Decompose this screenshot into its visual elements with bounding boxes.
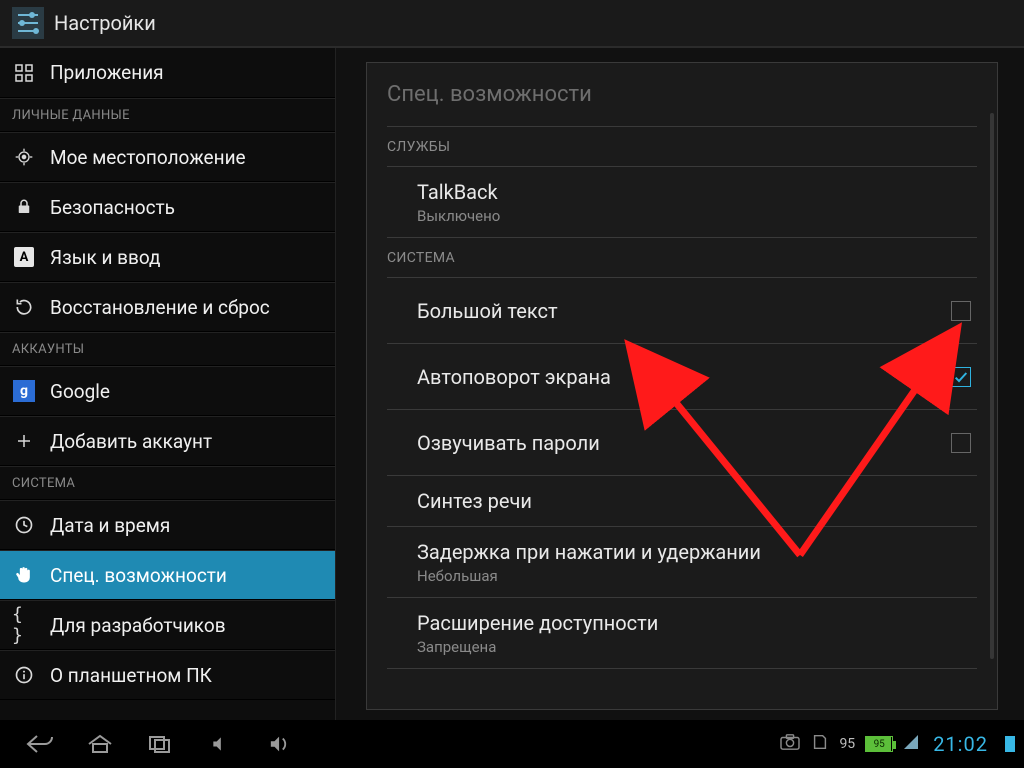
row-large-text[interactable]: Большой текст (387, 278, 977, 344)
sidebar-item-label: Восстановление и сброс (50, 296, 270, 319)
sidebar-item-label: Приложения (50, 61, 164, 84)
checkbox-speak-passwords[interactable] (951, 433, 971, 453)
nav-volume-down-button[interactable] (190, 722, 250, 766)
sidebar-item-add-account[interactable]: Добавить аккаунт (0, 416, 335, 466)
info-icon (12, 663, 36, 687)
row-title: TalkBack (417, 179, 977, 205)
nav-back-button[interactable] (10, 722, 70, 766)
row-title: Задержка при нажатии и удержании (417, 539, 977, 565)
hand-icon (12, 563, 36, 587)
sidebar-item-apps[interactable]: Приложения (0, 48, 335, 98)
battery-icon: 95 (865, 736, 893, 752)
apps-icon (12, 61, 36, 85)
screenshot-icon (779, 733, 801, 755)
sidebar-item-label: Мое местоположение (50, 146, 246, 169)
sidebar-item-label: Добавить аккаунт (50, 430, 212, 453)
sidebar-item-security[interactable]: Безопасность (0, 182, 335, 232)
sidebar-item-label: Безопасность (50, 196, 175, 219)
sidebar-item-backup-reset[interactable]: Восстановление и сброс (0, 282, 335, 332)
sidebar-item-label: Для разработчиков (50, 614, 226, 637)
row-speak-passwords[interactable]: Озвучивать пароли (387, 410, 977, 476)
sidebar-header-system: СИСТЕМА (0, 466, 335, 500)
google-icon: g (12, 379, 36, 403)
row-tts[interactable]: Синтез речи (387, 476, 977, 527)
row-auto-rotate[interactable]: Автоповорот экрана (387, 344, 977, 410)
sidebar-item-google[interactable]: g Google (0, 366, 335, 416)
sidebar-item-developer[interactable]: { } Для разработчиков (0, 600, 335, 650)
section-header-services: СЛУЖБЫ (387, 127, 977, 167)
row-title: Расширение доступности (417, 610, 977, 636)
sidebar-item-datetime[interactable]: Дата и время (0, 500, 335, 550)
settings-icon (8, 3, 48, 43)
status-area[interactable]: 95 95 21:02 (779, 732, 1014, 756)
main-panel: Спец. возможности СЛУЖБЫ TalkBack Выключ… (336, 48, 1024, 720)
system-navbar: 95 95 21:02 (0, 720, 1024, 768)
clock-icon (12, 513, 36, 537)
lock-icon (12, 195, 36, 219)
row-touch-delay[interactable]: Задержка при нажатии и удержании Небольш… (387, 527, 977, 598)
settings-sidebar: Приложения ЛИЧНЫЕ ДАННЫЕ Мое местоположе… (0, 48, 336, 720)
sidebar-item-label: Google (50, 380, 110, 403)
row-title: Озвучивать пароли (417, 430, 951, 456)
battery-percent-text: 95 (839, 736, 855, 752)
row-accessibility-extension[interactable]: Расширение доступности Запрещена (387, 598, 977, 669)
refresh-icon (12, 295, 36, 319)
titlebar: Настройки (0, 0, 1024, 48)
row-sub: Небольшая (417, 567, 977, 585)
sidebar-item-label: Язык и ввод (50, 246, 161, 269)
row-sub: Выключено (417, 207, 977, 225)
row-title: Большой текст (417, 298, 951, 324)
row-sub: Запрещена (417, 638, 977, 656)
sidebar-item-label: Дата и время (50, 514, 170, 537)
row-title: Синтез речи (417, 488, 977, 514)
braces-icon: { } (12, 613, 36, 637)
sidebar-item-location[interactable]: Мое местоположение (0, 132, 335, 182)
nav-recent-button[interactable] (130, 722, 190, 766)
signal-icon (903, 734, 919, 754)
nav-home-button[interactable] (70, 722, 130, 766)
battery-vertical-icon (1004, 735, 1014, 753)
nav-volume-up-button[interactable] (250, 722, 310, 766)
checkbox-large-text[interactable] (951, 301, 971, 321)
title-text: Настройки (54, 11, 156, 35)
row-talkback[interactable]: TalkBack Выключено (387, 167, 977, 238)
keyboard-icon: A (12, 245, 36, 269)
status-clock: 21:02 (933, 732, 988, 756)
sidebar-header-accounts: АККАУНТЫ (0, 332, 335, 366)
sidebar-item-accessibility[interactable]: Спец. возможности (0, 550, 335, 600)
checkbox-auto-rotate[interactable] (951, 367, 971, 387)
sidebar-item-language[interactable]: A Язык и ввод (0, 232, 335, 282)
sidebar-item-label: О планшетном ПК (50, 664, 212, 687)
sidebar-item-label: Спец. возможности (50, 564, 227, 587)
sdcard-icon (811, 733, 829, 755)
screen-title: Спец. возможности (387, 63, 977, 127)
sidebar-item-about[interactable]: О планшетном ПК (0, 650, 335, 700)
plus-icon (12, 429, 36, 453)
sidebar-header-personal: ЛИЧНЫЕ ДАННЫЕ (0, 98, 335, 132)
row-title: Автоповорот экрана (417, 364, 951, 390)
location-icon (12, 145, 36, 169)
section-header-system: СИСТЕМА (387, 238, 977, 278)
